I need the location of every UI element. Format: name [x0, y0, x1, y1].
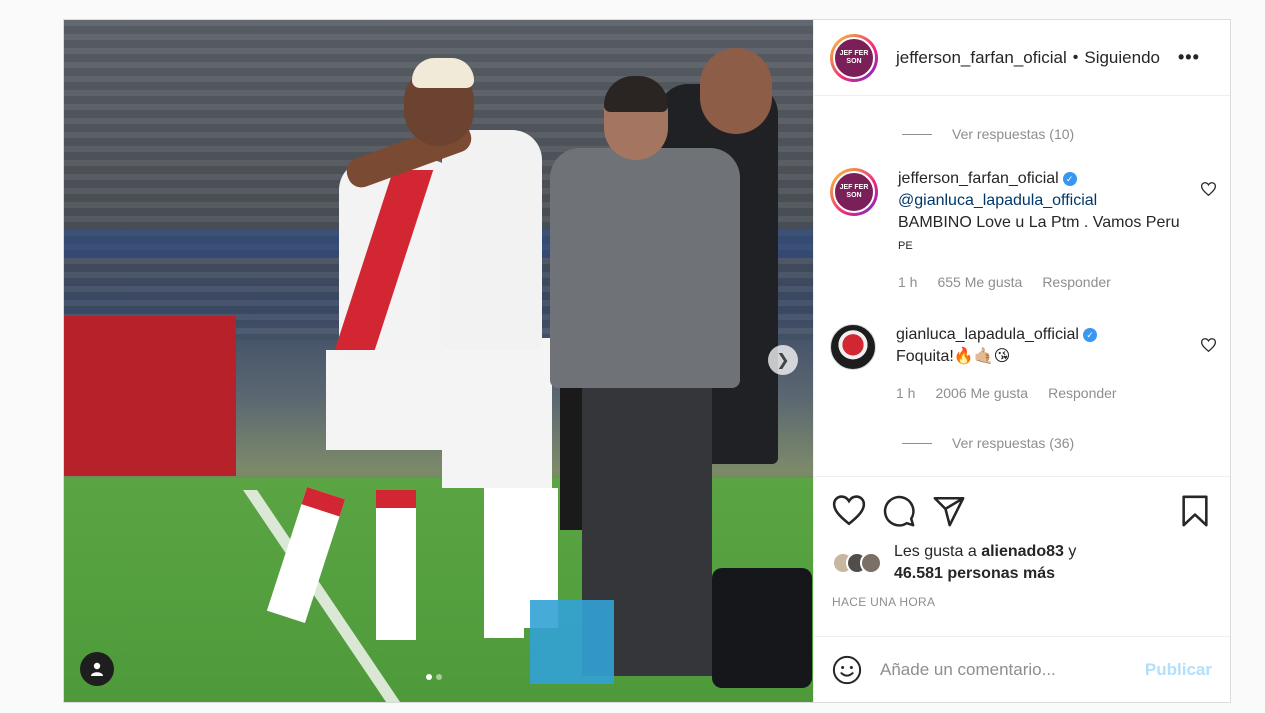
carousel-dot-active [426, 674, 432, 680]
save-bookmark-icon[interactable] [1178, 494, 1212, 528]
comment-like-heart-icon[interactable] [1201, 182, 1216, 196]
tagged-users-button[interactable] [80, 652, 114, 686]
photo-referee-head [700, 48, 772, 134]
photo-player1-shorts [326, 350, 446, 450]
liker-avatar [860, 552, 882, 574]
comments-list[interactable]: Ver respuestas (10) JEF FER SON jefferso… [814, 96, 1230, 476]
likes-count[interactable]: 46.581 personas más [894, 565, 1055, 582]
liked-by-avatars[interactable] [832, 552, 882, 574]
emoji-icon[interactable] [832, 655, 862, 685]
liked-by: Les gusta a alienado83 y 46.581 personas… [832, 541, 1212, 585]
publish-button[interactable]: Publicar [1145, 660, 1212, 680]
carousel-dot [436, 674, 442, 680]
comment-likes[interactable]: 2006 Me gusta [935, 382, 1028, 404]
liked-by-text: Les gusta a alienado83 y 46.581 personas… [894, 541, 1076, 585]
comment-bubble-icon[interactable] [882, 494, 916, 528]
add-comment-bar: Publicar [814, 636, 1230, 702]
liked-by-user[interactable]: alienado83 [981, 543, 1064, 560]
share-send-icon[interactable] [932, 494, 966, 528]
following-button[interactable]: Siguiendo [1084, 48, 1160, 68]
photo-bag [712, 568, 812, 688]
comment-text: BAMBINO Love u La Ptm . Vamos Peru [898, 214, 1180, 231]
reply-button[interactable]: Responder [1048, 382, 1117, 404]
photo-player2-shirt [442, 130, 542, 350]
view-replies-button[interactable]: Ver respuestas (10) [902, 126, 1074, 142]
like-heart-icon[interactable] [832, 494, 866, 528]
photo-red-board [64, 316, 236, 476]
photo-player2-shorts [442, 338, 552, 488]
comment-body: jefferson_farfan_oficial ✓ @gianluca_lapa… [898, 168, 1188, 293]
author-avatar-image: JEF FER SON [833, 36, 875, 79]
replies-divider [902, 442, 932, 444]
comment-meta: 1 h 655 Me gusta Responder [898, 271, 1188, 293]
post-timestamp[interactable]: HACE UNA HORA [832, 595, 1212, 609]
comment-likes[interactable]: 655 Me gusta [937, 271, 1022, 293]
verified-badge-icon: ✓ [1082, 328, 1097, 342]
comment-body: gianluca_lapadula_official ✓ Foquita!🔥🤙🏼😘… [896, 324, 1186, 404]
comment-text: Foquita!🔥🤙🏼😘 [896, 348, 1011, 365]
flag-peru-icon: PE [898, 240, 913, 252]
user-icon [91, 662, 103, 676]
post-header: JEF FER SON jefferson_farfan_oficial • S… [814, 20, 1230, 96]
comment-avatar-image: JEF FER SON [833, 171, 875, 213]
photo-player2-hair [412, 58, 474, 88]
more-options-icon[interactable]: ••• [1178, 47, 1200, 68]
author-username[interactable]: jefferson_farfan_oficial [896, 48, 1067, 68]
comment-meta: 1 h 2006 Me gusta Responder [896, 382, 1186, 404]
header-separator: • [1072, 48, 1079, 66]
post-side-panel: JEF FER SON jefferson_farfan_oficial • S… [813, 20, 1230, 702]
post-actions: Les gusta a alienado83 y 46.581 personas… [814, 476, 1230, 636]
comment-username[interactable]: jefferson_farfan_oficial [898, 170, 1059, 187]
verified-badge-icon: ✓ [1062, 172, 1077, 186]
next-slide-button[interactable]: ❯ [768, 345, 798, 375]
photo-player2-leg [484, 488, 524, 638]
view-replies-label: Ver respuestas (36) [952, 435, 1075, 451]
comment-time[interactable]: 1 h [898, 271, 917, 293]
chevron-right-icon: ❯ [776, 352, 790, 369]
comment-input[interactable] [880, 659, 1145, 680]
reply-button[interactable]: Responder [1042, 271, 1111, 293]
view-replies-label: Ver respuestas (10) [952, 126, 1075, 142]
replies-divider [902, 133, 932, 135]
comment-time[interactable]: 1 h [896, 382, 915, 404]
carousel-indicator [426, 674, 442, 680]
comment-mention[interactable]: @gianluca_lapadula_official [898, 192, 1097, 209]
photo-bottle-crate [530, 600, 614, 684]
instagram-post: ❯ JEF FER SON jefferson_farfan_oficial •… [63, 19, 1231, 703]
photo-player1-leg [376, 490, 416, 640]
comment-like-heart-icon[interactable] [1201, 338, 1216, 352]
liked-by-prefix: Les gusta a [894, 543, 977, 560]
author-avatar[interactable]: JEF FER SON [830, 33, 878, 82]
view-replies-button[interactable]: Ver respuestas (36) [902, 435, 1074, 451]
comment: JEF FER SON jefferson_farfan_oficial ✓ @g… [830, 168, 1216, 293]
post-media[interactable]: ❯ [64, 20, 813, 702]
comment-avatar[interactable]: JEF FER SON [830, 168, 878, 216]
comment-username[interactable]: gianluca_lapadula_official [896, 326, 1079, 343]
comment-avatar[interactable] [830, 324, 876, 370]
action-icons [832, 491, 1212, 531]
comment: gianluca_lapadula_official ✓ Foquita!🔥🤙🏼😘… [830, 324, 1216, 404]
photo-staff [550, 148, 740, 388]
liked-by-suffix: y [1068, 543, 1077, 560]
